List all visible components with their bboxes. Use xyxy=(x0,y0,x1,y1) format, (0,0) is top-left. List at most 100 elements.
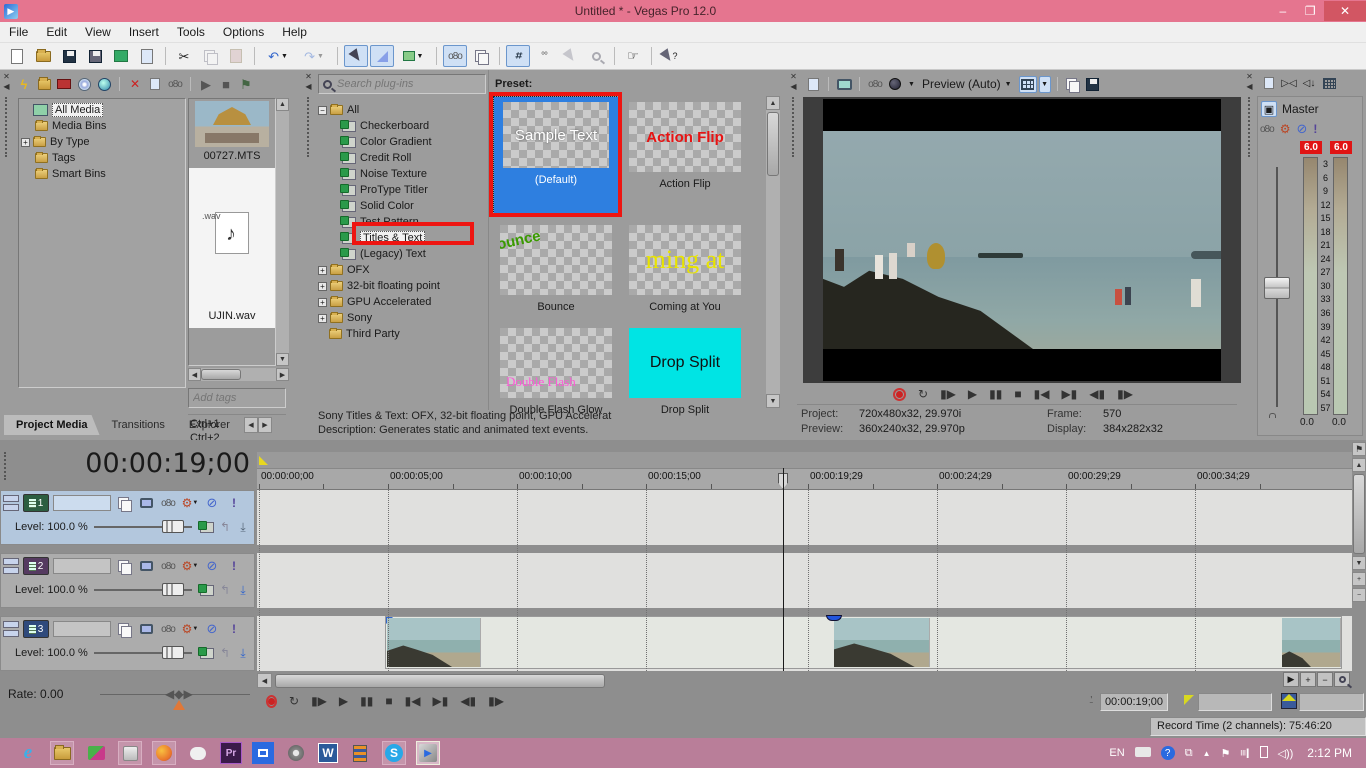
menu-options[interactable]: Options xyxy=(214,22,273,42)
zoom-in-time-button[interactable]: + xyxy=(1300,672,1316,687)
tree-item-third-party[interactable]: Third Party xyxy=(318,326,488,342)
preset-double-flash-glow[interactable]: Double Flash Double Flash Glow xyxy=(500,328,612,416)
track-header-3[interactable]: 3 o8o ⚙ ▼ ⊘ ! Level: 100.0 % ↰ ⤓ xyxy=(0,616,255,671)
tree-item-color-gradient[interactable]: Color Gradient xyxy=(318,134,488,150)
tray-language[interactable]: EN xyxy=(1109,747,1124,759)
tree-item-all[interactable]: − All xyxy=(318,102,488,118)
tree-item-protype-titler[interactable]: ProType Titler xyxy=(318,182,488,198)
preview-quality-dropdown[interactable]: Preview (Auto) xyxy=(922,77,1001,91)
zoom-out-track-height-button[interactable]: − xyxy=(1352,588,1366,602)
compositing-mode-icon[interactable] xyxy=(198,519,216,535)
preset-default[interactable]: Sample Text (Default) xyxy=(493,96,619,214)
tree-item-credit-roll[interactable]: Credit Roll xyxy=(318,150,488,166)
master-collapse-button[interactable]: ▣ xyxy=(1261,101,1277,117)
tab-project-media[interactable]: Project Media xyxy=(4,415,100,435)
preset-coming-at-you[interactable]: ming at Coming at You xyxy=(629,225,741,313)
external-monitor-button[interactable] xyxy=(835,76,853,93)
automation-settings-icon[interactable]: ⚙ ▼ xyxy=(181,495,199,511)
tree-item-test-pattern[interactable]: Test Pattern xyxy=(318,214,488,230)
menu-help[interactable]: Help xyxy=(273,22,316,42)
close-icon[interactable]: ✕ xyxy=(1246,72,1253,82)
pin-icon[interactable]: ◀ xyxy=(1246,82,1252,92)
tree-item-all-media[interactable]: All Media xyxy=(19,102,185,118)
close-button[interactable]: ✕ xyxy=(1323,1,1366,21)
restore-button[interactable]: ❐ xyxy=(1297,1,1324,21)
go-to-end-button[interactable]: ▶▮ xyxy=(1061,387,1077,401)
envelope-edit-tool-button[interactable] xyxy=(370,45,394,67)
level-slider[interactable] xyxy=(93,583,192,596)
track-header-1[interactable]: 1 o8o ⚙ ▼ ⊘ ! Level: 100.0 % ↰ ⤓ xyxy=(0,490,255,545)
downmix-output-button[interactable]: ▷◁ xyxy=(1280,75,1298,92)
timeline-hscrollbar[interactable]: ◀ xyxy=(257,672,1280,689)
go-to-start-button[interactable]: ▮◀ xyxy=(1034,387,1050,401)
zoom-tool-button[interactable] xyxy=(584,45,608,67)
level-slider[interactable] xyxy=(93,520,192,533)
tree-item-noise-texture[interactable]: Noise Texture xyxy=(318,166,488,182)
rate-slider-handle[interactable]: ◀◆▶ xyxy=(165,687,193,701)
save-button[interactable] xyxy=(57,45,81,67)
track-motion-icon[interactable] xyxy=(137,495,155,511)
big-timecode-display[interactable]: 00:00:19;00 xyxy=(60,448,250,479)
dim-output-button[interactable]: ◁↓ xyxy=(1300,75,1318,92)
taskbar-sketchup-icon[interactable] xyxy=(118,741,142,765)
zoom-tool-button[interactable] xyxy=(1334,672,1350,687)
preset-drop-split[interactable]: Drop Split Drop Split xyxy=(629,328,741,416)
drag-handle[interactable] xyxy=(307,97,310,158)
compositing-child-icon[interactable]: ⤓ xyxy=(234,645,252,661)
drag-handle[interactable] xyxy=(792,97,795,158)
zoom-out-time-button[interactable]: − xyxy=(1317,672,1333,687)
close-icon[interactable]: ✕ xyxy=(3,72,10,82)
track-motion-icon[interactable] xyxy=(137,621,155,637)
record-button[interactable] xyxy=(893,387,906,401)
preview-properties-button[interactable] xyxy=(804,76,822,93)
track-name-input[interactable] xyxy=(53,558,111,574)
new-project-button[interactable] xyxy=(5,45,29,67)
insert-bus-button[interactable] xyxy=(1320,75,1338,92)
taskbar-ie-icon[interactable]: e xyxy=(16,741,40,765)
taskbar-premiere-icon[interactable]: Pr xyxy=(220,742,242,764)
marker-bar[interactable] xyxy=(257,452,1352,468)
track-fx-icon[interactable]: o8o xyxy=(159,558,177,574)
bus-fx-icon[interactable]: o8o xyxy=(1260,124,1275,135)
track-row-2[interactable] xyxy=(257,553,1352,608)
stop-preview-button[interactable]: ■ xyxy=(217,76,235,93)
previous-frame-button[interactable]: ◀▮ xyxy=(460,694,476,708)
taskbar-photos-icon[interactable] xyxy=(84,741,108,765)
render-as-button[interactable] xyxy=(109,45,133,67)
get-media-web-button[interactable] xyxy=(95,76,113,93)
solo-button[interactable]: ! xyxy=(225,621,243,637)
tab-explorer[interactable]: Explorer xyxy=(177,415,242,435)
thumb-hscrollbar[interactable]: ◀ ▶ xyxy=(188,368,289,381)
track-name-input[interactable] xyxy=(53,621,111,637)
tab-scroll-right[interactable]: ▶ xyxy=(257,417,272,433)
extract-audio-cd-button[interactable] xyxy=(75,76,93,93)
tray-battery-icon[interactable] xyxy=(1259,745,1268,761)
solo-icon[interactable]: ! xyxy=(1313,122,1317,136)
solo-button[interactable]: ! xyxy=(225,495,243,511)
video-event[interactable] xyxy=(385,615,1342,669)
compositing-mode-icon[interactable] xyxy=(198,582,216,598)
tree-item-solid-color[interactable]: Solid Color xyxy=(318,198,488,214)
next-frame-button[interactable]: ▮▶ xyxy=(488,694,504,708)
default-all-button[interactable]: ☞ xyxy=(621,45,645,67)
timeline-ruler[interactable]: 00:00:00;00 00:00:05;00 00:00:10;00 00:0… xyxy=(257,468,1352,490)
start-preview-button[interactable]: ▶ xyxy=(197,76,215,93)
undo-button[interactable]: ↶ ▼ xyxy=(261,45,295,67)
clip-indicator-left[interactable]: 6.0 xyxy=(1300,141,1322,154)
media-item-00727[interactable]: 00727.MTS xyxy=(189,99,275,162)
tree-item-sony[interactable]: + Sony xyxy=(318,310,488,326)
taskbar-movie-maker-icon[interactable] xyxy=(284,741,308,765)
media-generators-button[interactable]: ⚑ xyxy=(237,76,255,93)
scroll-right-button[interactable]: ▶ xyxy=(1283,672,1299,687)
loop-playback-button[interactable]: ↻ xyxy=(918,387,928,401)
drag-handle[interactable] xyxy=(1248,97,1251,158)
menu-tools[interactable]: Tools xyxy=(168,22,214,42)
track-header-2[interactable]: 2 o8o ⚙ ▼ ⊘ ! Level: 100.0 % ↰ ⤓ xyxy=(0,553,255,608)
ignore-event-grouping-button[interactable]: o8o xyxy=(443,45,467,67)
track-number-badge[interactable]: 3 xyxy=(23,620,49,638)
tree-item-titles-text[interactable]: Titles & Text xyxy=(318,230,488,246)
selection-end-box[interactable] xyxy=(1299,693,1364,711)
loop-playback-button[interactable]: ↻ xyxy=(289,694,299,708)
track-motion-icon[interactable] xyxy=(137,558,155,574)
auto-preview-button[interactable]: ϟ xyxy=(15,76,33,93)
